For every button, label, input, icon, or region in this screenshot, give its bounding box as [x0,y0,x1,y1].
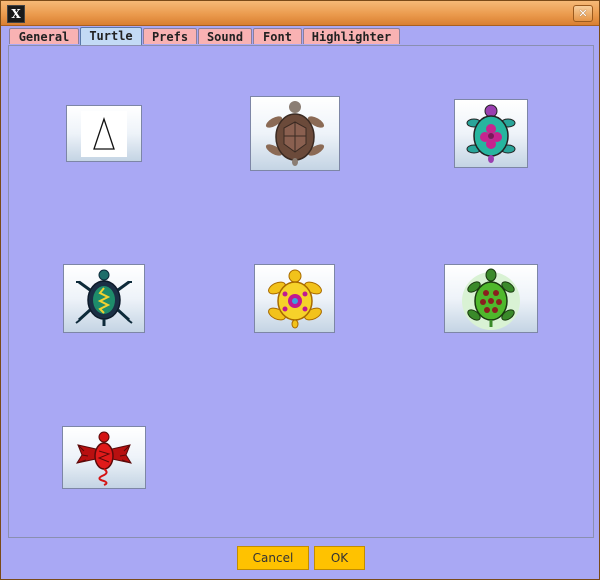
turtle-option-red-dragon[interactable] [62,426,146,489]
brown-turtle-icon [265,100,325,166]
purple-teal-turtle-icon [466,104,516,163]
tribal-green-turtle-icon [75,269,133,326]
title-bar[interactable]: X ✕ [1,1,599,26]
tab-highlighter[interactable]: Highlighter [303,28,400,44]
tab-prefs[interactable]: Prefs [143,28,197,44]
tab-turtle[interactable]: Turtle [80,27,142,45]
turtle-option-yellow[interactable] [254,264,335,333]
ok-button[interactable]: OK [314,546,365,570]
tab-font[interactable]: Font [253,28,302,44]
turtle-option-tribal-green[interactable] [63,264,145,333]
turtle-option-brown[interactable] [250,96,340,171]
close-button[interactable]: ✕ [573,5,593,22]
triangle-turtle-icon [81,110,127,157]
cancel-button[interactable]: Cancel [237,546,309,570]
green-spotted-turtle-icon [462,268,520,330]
red-dragon-turtle-icon [75,431,133,486]
tab-general[interactable]: General [9,28,79,44]
turtle-option-green-spotted[interactable] [444,264,538,333]
yellow-turtle-icon [267,269,322,328]
tab-sound[interactable]: Sound [198,28,252,44]
turtle-dialog-window: X ✕ General Turtle Prefs Sound Font High… [0,0,600,580]
turtle-option-triangle[interactable] [66,105,142,162]
turtle-option-purple-teal[interactable] [454,99,528,168]
app-icon: X [7,5,25,23]
